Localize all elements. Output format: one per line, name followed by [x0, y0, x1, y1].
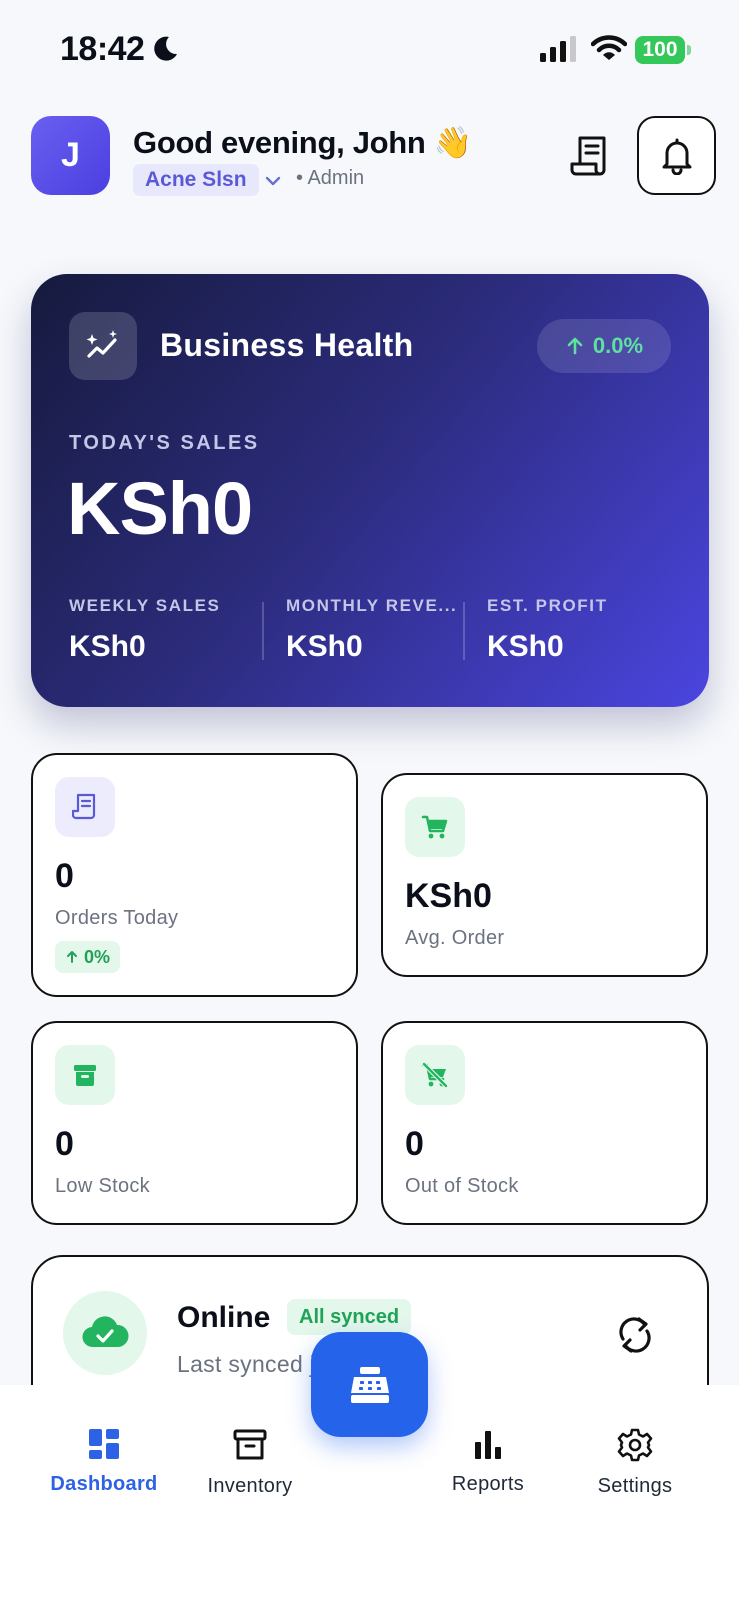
cloud-check-icon	[82, 1316, 129, 1348]
orders-icon-tile	[55, 777, 115, 837]
gear-icon	[617, 1428, 653, 1462]
est-profit-stat: EST. PROFIT KSh0	[487, 596, 608, 664]
health-icon-tile	[69, 312, 137, 380]
battery-tip	[687, 45, 691, 55]
wifi-icon	[591, 35, 627, 60]
monthly-revenue-stat: MONTHLY REVE... KSh0	[286, 596, 457, 664]
nav-label: Dashboard	[50, 1473, 158, 1495]
nav-label: Reports	[451, 1473, 525, 1495]
avg-order-label: Avg. Order	[405, 927, 505, 949]
avatar-initial: J	[61, 136, 80, 174]
trend-value: 0.0%	[592, 333, 644, 358]
out-of-stock-value: 0	[405, 1125, 424, 1163]
archive-box-icon	[233, 1429, 267, 1460]
mini-stat-value: KSh0	[487, 630, 564, 663]
health-title: Business Health	[160, 327, 414, 363]
chevron-down-icon[interactable]	[264, 172, 282, 190]
orders-change-badge: 0%	[55, 941, 121, 973]
arrow-up-icon	[567, 337, 583, 355]
battery-indicator: 100	[635, 36, 691, 64]
status-time: 18:42	[60, 30, 145, 68]
todays-sales-value: KSh0	[67, 467, 253, 550]
nav-dashboard[interactable]: Dashboard	[39, 1427, 169, 1496]
nav-inventory[interactable]: Inventory	[185, 1427, 315, 1498]
nav-settings[interactable]: Settings	[570, 1427, 700, 1498]
cloud-status-badge	[63, 1291, 147, 1375]
low-stock-card[interactable]: 0 Low Stock	[31, 1021, 358, 1225]
pos-fab-button[interactable]	[311, 1332, 428, 1437]
sync-badge: All synced	[287, 1299, 412, 1335]
status-bar: 18:42 100	[0, 0, 739, 100]
archive-box-icon	[74, 1065, 96, 1086]
out-of-stock-icon-tile	[405, 1045, 465, 1105]
stat-divider	[262, 602, 264, 660]
orders-today-value: 0	[55, 857, 74, 895]
nav-reports[interactable]: Reports	[423, 1427, 553, 1496]
battery-level: 100	[635, 36, 685, 64]
avg-order-icon-tile	[405, 797, 465, 857]
stat-divider	[463, 602, 465, 660]
store-selector[interactable]: Acne Slsn	[133, 164, 259, 196]
orders-change-value: 0%	[84, 946, 111, 967]
receipt-icon[interactable]	[570, 134, 612, 178]
receipt-icon	[72, 793, 96, 820]
notifications-button[interactable]	[637, 116, 716, 195]
avg-order-card[interactable]: KSh0 Avg. Order	[381, 773, 708, 977]
low-stock-label: Low Stock	[55, 1175, 150, 1197]
greeting-title: Good evening, John 👋	[133, 125, 473, 160]
weekly-sales-stat: WEEKLY SALES KSh0	[69, 596, 220, 664]
nav-label: Inventory	[207, 1475, 293, 1497]
orders-today-label: Orders Today	[55, 907, 179, 929]
low-stock-icon-tile	[55, 1045, 115, 1105]
mini-stat-value: KSh0	[286, 630, 363, 663]
refresh-icon[interactable]	[613, 1313, 657, 1357]
connection-status: Online	[177, 1301, 271, 1334]
user-role: • Admin	[296, 167, 365, 189]
avg-order-value: KSh0	[405, 877, 492, 915]
out-of-stock-card[interactable]: 0 Out of Stock	[381, 1021, 708, 1225]
bell-icon	[662, 138, 691, 175]
dashboard-icon	[89, 1429, 119, 1459]
mini-stat-value: KSh0	[69, 630, 146, 663]
shopping-cart-icon	[421, 815, 448, 839]
mini-stat-label: MONTHLY REVE...	[286, 596, 458, 615]
cellular-signal-icon	[540, 36, 576, 62]
mini-stat-label: WEEKLY SALES	[69, 596, 221, 615]
orders-today-card[interactable]: 0 Orders Today 0%	[31, 753, 358, 997]
out-of-stock-label: Out of Stock	[405, 1175, 519, 1197]
nav-label: Settings	[597, 1475, 673, 1497]
mini-stat-label: EST. PROFIT	[487, 596, 608, 615]
low-stock-value: 0	[55, 1125, 74, 1163]
sparkle-trend-icon	[86, 330, 117, 358]
todays-sales-label: TODAY'S SALES	[69, 432, 260, 454]
cart-off-icon	[421, 1061, 449, 1089]
business-health-card[interactable]: Business Health 0.0% TODAY'S SALES KSh0 …	[31, 274, 709, 707]
bar-chart-icon	[475, 1431, 501, 1459]
trend-badge: 0.0%	[537, 319, 671, 373]
moon-icon	[154, 36, 177, 61]
cash-register-icon	[350, 1366, 389, 1403]
arrow-up-icon	[67, 951, 77, 963]
avatar[interactable]: J	[31, 116, 110, 195]
